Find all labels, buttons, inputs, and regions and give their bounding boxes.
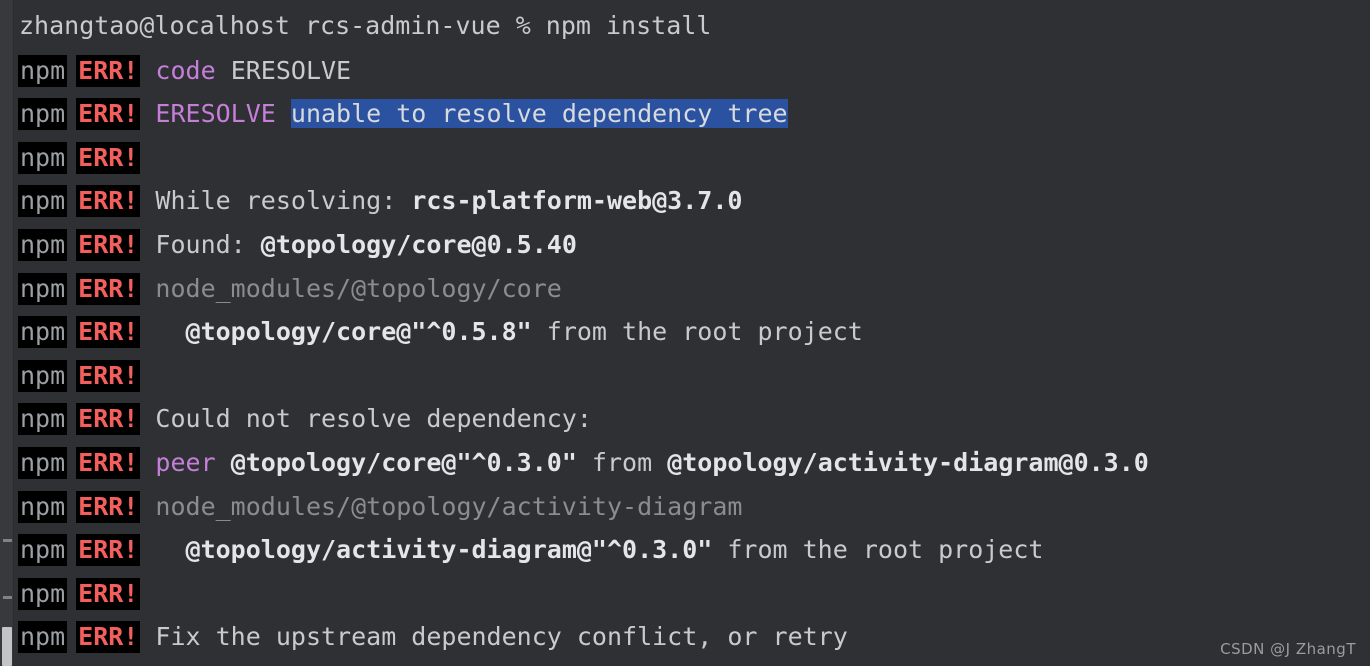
log-segment: rcs-platform-web@3.7.0: [411, 186, 743, 216]
npm-error-log: npm ERR! code ERESOLVE npm ERR! ERESOLVE un…: [14, 48, 1370, 658]
npm-badge: npm: [18, 403, 68, 436]
log-segment: code: [140, 55, 231, 85]
log-segment: [140, 317, 185, 346]
terminal-window: zhangtao@localhost rcs-admin-vue % npm i…: [0, 0, 1370, 666]
err-badge: ERR!: [76, 316, 141, 349]
log-segment: @topology/core@"^0.3.0": [230, 447, 577, 477]
npm-badge: npm: [18, 185, 68, 218]
npm-badge: npm: [18, 446, 68, 479]
npm-badge: npm: [18, 98, 68, 131]
log-segment: @topology/core@0.5.40: [260, 229, 577, 259]
err-badge: ERR!: [76, 490, 141, 523]
err-badge: ERR!: [76, 577, 141, 610]
npm-badge: npm: [18, 228, 68, 261]
npm-badge: npm: [18, 141, 68, 174]
log-segment[interactable]: unable to resolve dependency tree: [290, 99, 788, 129]
log-line: npm ERR!: [14, 353, 1370, 397]
log-line: npm ERR! Found: @topology/core@0.5.40: [14, 222, 1370, 266]
log-segment: [140, 535, 185, 564]
log-line-text: code ERESOLVE: [140, 55, 351, 87]
err-badge: ERR!: [76, 359, 141, 392]
err-badge: ERR!: [76, 54, 141, 87]
log-line: npm ERR! Fix the upstream dependency conf…: [14, 614, 1370, 658]
log-line: npm ERR! @topology/activity-diagram@"^0.3…: [14, 527, 1370, 571]
log-line: npm ERR! ERESOLVE unable to resolve depen…: [14, 91, 1370, 135]
log-line: npm ERR! @topology/core@"^0.5.8" from the…: [14, 309, 1370, 353]
log-line-text: Could not resolve dependency:: [140, 403, 592, 435]
scrollbar-track[interactable]: [0, 0, 14, 666]
log-line-text: node_modules/@topology/core: [140, 273, 561, 305]
log-segment: While resolving:: [140, 186, 412, 216]
err-badge: ERR!: [76, 534, 141, 567]
log-line: npm ERR! Could not resolve dependency:: [14, 396, 1370, 440]
log-segment: ERESOLVE: [230, 55, 352, 85]
npm-badge: npm: [18, 54, 68, 87]
scrollbar-marker-tick: [3, 539, 12, 542]
log-line: npm ERR!: [14, 135, 1370, 179]
log-line: npm ERR! node_modules/@topology/activity-…: [14, 484, 1370, 528]
log-line-text: ERESOLVE unable to resolve dependency tr…: [140, 98, 788, 130]
scrollbar-thumb[interactable]: [2, 627, 12, 666]
log-line-text: node_modules/@topology/activity-diagram: [140, 491, 742, 523]
scrollbar-marker-tick: [3, 596, 12, 599]
err-badge: ERR!: [76, 403, 141, 436]
log-segment: Found:: [140, 229, 261, 259]
log-line: npm ERR! code ERESOLVE: [14, 48, 1370, 92]
log-segment: peer: [140, 447, 231, 477]
npm-badge: npm: [18, 534, 68, 567]
npm-badge: npm: [18, 490, 68, 523]
log-line-text: Fix the upstream dependency conflict, or…: [140, 621, 847, 653]
err-badge: ERR!: [76, 98, 141, 131]
log-segment: Fix the upstream dependency conflict, or…: [140, 622, 848, 652]
watermark: CSDN @J ZhangT: [1220, 640, 1356, 658]
log-segment: node_modules/@topology/activity-diagram: [140, 491, 743, 521]
log-segment: from the root project: [531, 317, 863, 347]
log-line-text: @topology/core@"^0.5.8" from the root pr…: [140, 316, 863, 348]
err-badge: ERR!: [76, 185, 141, 218]
log-segment: Could not resolve dependency:: [140, 404, 592, 434]
log-segment: from: [576, 447, 668, 477]
npm-badge: npm: [18, 577, 68, 610]
log-line: npm ERR! peer @topology/core@"^0.3.0" fro…: [14, 440, 1370, 484]
err-badge: ERR!: [76, 141, 141, 174]
npm-badge: npm: [18, 621, 68, 654]
log-segment: @topology/activity-diagram@0.3.0: [667, 447, 1149, 477]
log-segment: @topology/activity-diagram@"^0.3.0": [185, 535, 713, 565]
err-badge: ERR!: [76, 228, 141, 261]
shell-prompt-line: zhangtao@localhost rcs-admin-vue % npm i…: [19, 11, 712, 40]
terminal-output[interactable]: zhangtao@localhost rcs-admin-vue % npm i…: [14, 0, 1370, 666]
log-line-text: Found: @topology/core@0.5.40: [140, 229, 577, 261]
log-line: npm ERR! node_modules/@topology/core: [14, 266, 1370, 310]
log-line-text: peer @topology/core@"^0.3.0" from @topol…: [140, 447, 1148, 479]
err-badge: ERR!: [76, 446, 141, 479]
log-line-text: While resolving: rcs-platform-web@3.7.0: [140, 185, 742, 217]
log-segment: from the root project: [712, 535, 1044, 565]
npm-badge: npm: [18, 316, 68, 349]
err-badge: ERR!: [76, 621, 141, 654]
log-segment: @topology/core@"^0.5.8": [185, 317, 532, 347]
log-segment: ERESOLVE: [140, 99, 291, 129]
npm-badge: npm: [18, 359, 68, 392]
err-badge: ERR!: [76, 272, 141, 305]
npm-badge: npm: [18, 272, 68, 305]
log-segment: node_modules/@topology/core: [140, 273, 562, 303]
log-line-text: @topology/activity-diagram@"^0.3.0" from…: [140, 534, 1044, 566]
log-line: npm ERR!: [14, 571, 1370, 615]
log-line: npm ERR! While resolving: rcs-platform-we…: [14, 178, 1370, 222]
